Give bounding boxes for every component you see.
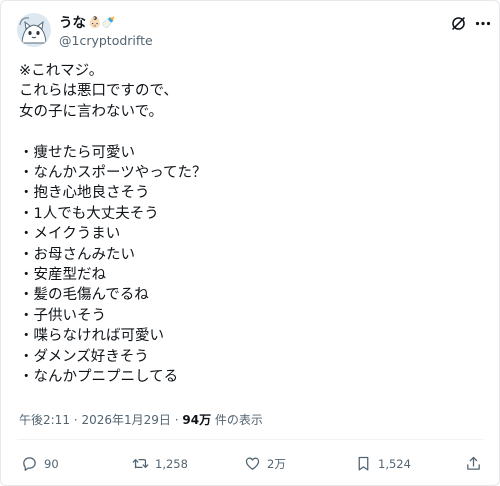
display-name-text: うな: [59, 15, 86, 31]
like-count: 2万: [267, 456, 286, 471]
grok-icon[interactable]: [450, 15, 467, 32]
tweet-time[interactable]: 午後2:11: [19, 413, 70, 427]
heart-icon: [245, 457, 260, 470]
reply-icon: [23, 457, 36, 471]
reply-count: 90: [44, 456, 59, 471]
bookmark-button[interactable]: 1,524: [355, 455, 411, 472]
more-icon[interactable]: [475, 21, 491, 26]
tweet-card: うな 👶🏻🍼 @1cryptodrifte ※これマジ。 これらは悪口ですので、…: [0, 0, 500, 486]
views-label: 件の表示: [214, 413, 263, 427]
tweet-text: ※これマジ。 これらは悪口ですので、 女の子に言わないで。 ・痩せたら可愛い ・…: [19, 63, 207, 386]
like-button[interactable]: 2万: [244, 455, 286, 472]
tweet-date[interactable]: 2026年1月29日: [81, 413, 170, 427]
avatar[interactable]: [17, 13, 51, 47]
display-name[interactable]: うな 👶🏻🍼: [59, 15, 115, 31]
share-icon: [467, 456, 480, 470]
repost-button[interactable]: 1,258: [132, 455, 188, 472]
meta-separator: ·: [73, 413, 78, 427]
tweet-meta: 午後2:11 · 2026年1月29日 · 94万 件の表示: [19, 413, 263, 427]
reply-button[interactable]: 90: [21, 455, 59, 472]
repost-count: 1,258: [155, 456, 188, 471]
views-count: 94万: [182, 413, 212, 427]
cartoon-cat-avatar-icon: [17, 13, 51, 47]
user-handle[interactable]: @1cryptodrifte: [59, 34, 153, 48]
repost-icon: [132, 458, 149, 469]
bookmark-icon: [358, 456, 369, 471]
display-name-emoji: 👶🏻🍼: [88, 16, 116, 29]
share-button[interactable]: [465, 455, 482, 472]
divider: [17, 439, 483, 440]
meta-separator-2: ·: [174, 413, 179, 427]
bookmark-count: 1,524: [378, 456, 411, 471]
